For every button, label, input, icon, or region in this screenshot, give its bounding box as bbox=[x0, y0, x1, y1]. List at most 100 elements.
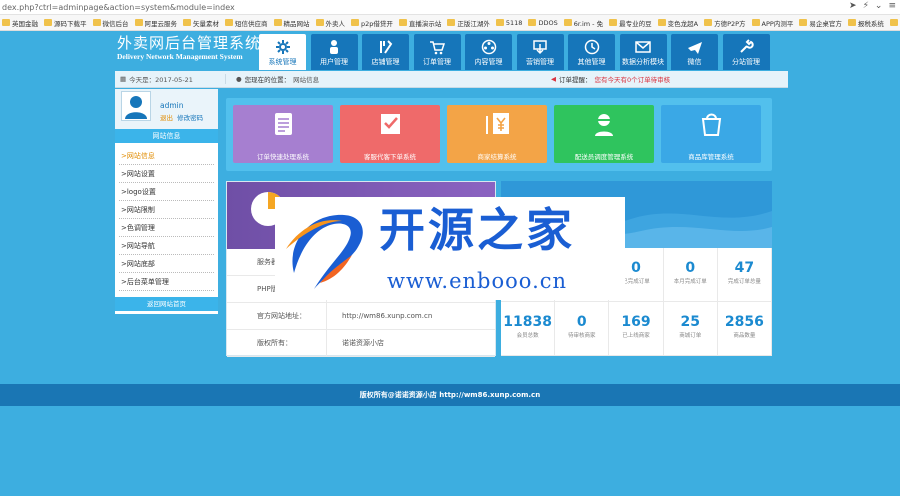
nav-tab-5[interactable]: 营销管理 bbox=[516, 34, 564, 70]
stat-label: 商品数量 bbox=[733, 333, 756, 339]
bookmark-item[interactable]: 方德P2P方 bbox=[704, 18, 746, 28]
gear-icon bbox=[275, 40, 290, 54]
bookmarks-bar: 英国金融 源码下载平 微信后台 阿里云服务 矢量素材 短信供应商 精品网站 外卖人 p2p借贷开… bbox=[0, 15, 900, 31]
stat-cell: 11838 会员总数 bbox=[501, 302, 556, 356]
header: 外卖网后台管理系统 Delivery Network Management Sy… bbox=[0, 31, 900, 71]
info-value: 诺诺资源小店 bbox=[342, 339, 384, 347]
send-icon[interactable]: ➤ bbox=[849, 1, 857, 11]
nav-tab-8[interactable]: 微信 bbox=[671, 34, 718, 70]
nav-tab-3[interactable]: 订单管理 bbox=[413, 34, 461, 70]
quick-card-0[interactable]: 订单快速处理系统 bbox=[233, 105, 333, 163]
folder-icon bbox=[315, 19, 324, 26]
checkmark-icon bbox=[380, 114, 400, 134]
quick-card-2[interactable]: 商家结算系统 bbox=[447, 105, 547, 163]
stat-cell: 169 已上线商家 bbox=[609, 302, 664, 356]
logout-link[interactable]: 退出 bbox=[160, 114, 173, 122]
footer: 版权所有@诺诺资源小店 http://wm86.xunp.com.cn bbox=[0, 384, 900, 406]
folder-icon bbox=[528, 19, 537, 26]
address-bar[interactable]: dex.php?ctrl=adminpage&action=system&mod… bbox=[0, 0, 900, 15]
sidebar-item-1[interactable]: >网站设置 bbox=[119, 165, 214, 183]
browser-toolbar-icons: ➤ ⚡ ⌄ ≡ bbox=[849, 1, 896, 11]
bookmark-item[interactable]: DDOS bbox=[528, 19, 558, 27]
chevron-down-icon[interactable]: ⌄ bbox=[875, 1, 883, 11]
menu-icon[interactable]: ≡ bbox=[888, 1, 896, 11]
folder-icon bbox=[704, 19, 713, 26]
folder-icon bbox=[563, 19, 572, 26]
bookmark-item[interactable]: 短信供应商 bbox=[225, 18, 268, 28]
folder-icon bbox=[273, 19, 282, 26]
info-row: 官方网站地址： http://wm86.xunp.com.cn bbox=[227, 302, 495, 330]
breadcrumb-current[interactable]: 网站信息 bbox=[293, 74, 319, 84]
clock-icon bbox=[584, 39, 599, 55]
sidebar-item-4[interactable]: >色调管理 bbox=[119, 219, 214, 237]
quick-card-4[interactable]: 商品库管理系统 bbox=[661, 105, 761, 163]
bookmark-item[interactable]: p2p借贷开 bbox=[351, 18, 393, 28]
folder-icon bbox=[134, 19, 143, 26]
bookmark-item[interactable]: 精品网站 bbox=[273, 18, 310, 28]
folder-icon bbox=[183, 19, 191, 26]
stat-label: 已上线商家 bbox=[622, 333, 650, 339]
sidebar-menu: >网站信息 >网站设置 >logo设置 >网站限制 >色调管理 >网站导航 >网站底部 >后台… bbox=[115, 147, 218, 291]
bookmark-item[interactable]: 6r.im - 免 bbox=[563, 18, 603, 28]
bookmark-item[interactable]: 英国金融 bbox=[2, 18, 38, 28]
sidebar-item-3[interactable]: >网站限制 bbox=[119, 201, 214, 219]
lightning-icon[interactable]: ⚡ bbox=[863, 1, 869, 11]
bag-icon bbox=[701, 113, 721, 136]
nav-tab-4[interactable]: 内容管理 bbox=[465, 34, 512, 70]
tools-icon bbox=[379, 40, 392, 54]
stat-cell: 25 商城订单 bbox=[663, 302, 718, 356]
notice-link[interactable]: 您有今天有0个订单待审核 bbox=[595, 74, 671, 84]
user-small-icon: ● bbox=[236, 75, 242, 83]
folder-icon bbox=[657, 19, 666, 26]
sidebar-item-2[interactable]: >logo设置 bbox=[119, 183, 214, 201]
stat-value: 47 bbox=[734, 260, 755, 276]
quick-card-3[interactable]: 配送员调度管理系统 bbox=[554, 105, 654, 163]
sidebar-item-5[interactable]: >网站导航 bbox=[119, 237, 214, 255]
stat-value: 25 bbox=[680, 314, 700, 330]
stat-value: 0 bbox=[685, 260, 696, 276]
nav-tab-1[interactable]: 用户管理 bbox=[310, 34, 358, 70]
courier-icon bbox=[594, 114, 613, 136]
sidebar-item-7[interactable]: >后台菜单管理 bbox=[119, 273, 214, 291]
bookmark-item[interactable]: 报税系统 bbox=[847, 18, 884, 28]
stat-label: 待审核商家 bbox=[568, 333, 596, 339]
stat-value: 0 bbox=[576, 314, 587, 330]
location-breadcrumb: ● 您现在的位置： 网站信息 bbox=[225, 74, 541, 84]
sidebar-item-6[interactable]: >网站底部 bbox=[119, 255, 214, 273]
bookmark-item[interactable]: 外卖人 bbox=[315, 18, 345, 28]
folder-icon bbox=[799, 19, 808, 26]
nav-tab-6[interactable]: 其他管理 bbox=[568, 34, 615, 70]
bookmark-item[interactable]: 易企桌官方 bbox=[799, 18, 842, 28]
watermark-url: www.enbooo.cn bbox=[387, 269, 568, 293]
nav-tab-9[interactable]: 分站管理 bbox=[722, 34, 770, 70]
nav-tab-0[interactable]: 系统管理 bbox=[259, 34, 306, 70]
quick-card-1[interactable]: 客服代客下单系统 bbox=[340, 105, 440, 163]
bookmark-item[interactable]: 矢量素材 bbox=[183, 18, 219, 28]
folder-icon bbox=[751, 19, 760, 26]
mail-icon bbox=[635, 41, 651, 53]
nav-tab-7[interactable]: 数据分析模块 bbox=[619, 34, 667, 70]
bookmark-item[interactable]: 5118 bbox=[495, 19, 522, 27]
bookmark-item[interactable]: 源码下载平 bbox=[44, 18, 87, 28]
bookmark-item[interactable]: APP内测平 bbox=[751, 18, 793, 28]
main-nav: 系统管理 用户管理 店铺管理 订单管理 内容管理 营销管理 其他管理 数据分析模块 微信 分站管理 bbox=[259, 34, 774, 70]
film-icon bbox=[481, 39, 496, 55]
bookmark-item[interactable]: 最专业的豆 bbox=[609, 18, 652, 28]
bookmark-item[interactable]: 变色龙超A bbox=[657, 18, 698, 28]
folder-icon bbox=[495, 19, 504, 26]
sidebar-item-0[interactable]: >网站信息 bbox=[119, 147, 214, 165]
bookmark-item[interactable]: 阿里云服务 bbox=[134, 18, 177, 28]
info-key: 官方网站地址： bbox=[227, 302, 327, 330]
stat-cell: 0 待审核商家 bbox=[555, 302, 610, 356]
quick-access-panel: 订单快速处理系统 客服代客下单系统 商家结算系统 配送员调度管理系统 商品库管理系统 bbox=[226, 98, 772, 171]
stat-value: 2856 bbox=[724, 314, 764, 330]
change-password-link[interactable]: 修改密码 bbox=[177, 114, 203, 122]
plane-icon bbox=[687, 42, 702, 54]
bookmark-item[interactable]: 直播演示站 bbox=[398, 18, 441, 28]
bookmark-item[interactable]: 新命题APP bbox=[889, 18, 900, 28]
nav-tab-2[interactable]: 店铺管理 bbox=[362, 34, 409, 70]
back-home-button[interactable]: 返回网站首页 bbox=[115, 297, 218, 311]
folder-icon bbox=[447, 19, 456, 26]
bookmark-item[interactable]: 正版江湖外 bbox=[447, 18, 490, 28]
bookmark-item[interactable]: 微信后台 bbox=[92, 18, 129, 28]
